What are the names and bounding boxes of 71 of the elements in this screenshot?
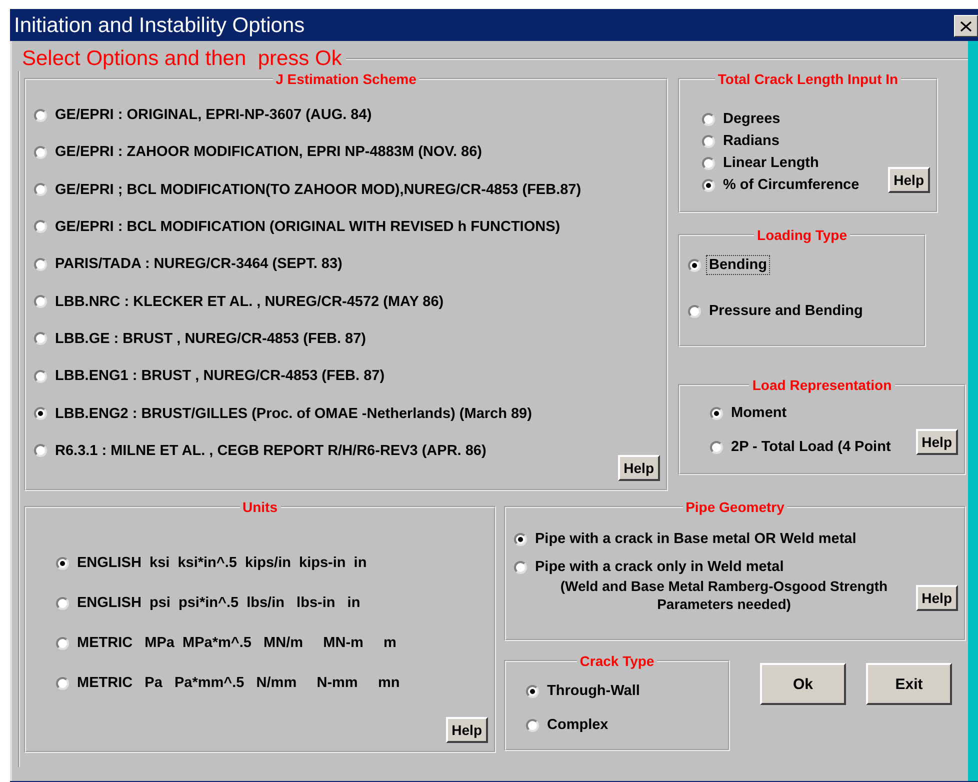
radio-button[interactable]: [34, 258, 47, 271]
help-button[interactable]: Help: [446, 717, 488, 743]
radio-button[interactable]: [56, 556, 69, 570]
option-label: LBB.GE : BRUST , NUREG/CR-4853 (FEB. 87): [54, 330, 367, 349]
option-label: GE/EPRI : ZAHOOR MODIFICATION, EPRI NP-4883M (NOV. 86): [54, 143, 484, 162]
radio-button[interactable]: [526, 684, 539, 698]
group-title: Crack Type: [578, 653, 656, 669]
option-label: GE/EPRI : ORIGINAL, EPRI-NP-3607 (AUG. 84): [54, 106, 373, 125]
radio-button[interactable]: [34, 407, 47, 420]
option-label: LBB.NRC : KLECKER ET AL. , NUREG/CR-4572 (MAY 86): [54, 292, 445, 312]
instruction-text: Select Options and then press Ok: [21, 47, 343, 71]
dialog-button[interactable]: Ok: [760, 663, 846, 705]
option-label: ENGLISH psi psi*in^.5 lbs/in lbs-in in: [76, 594, 362, 613]
radio-button[interactable]: [34, 183, 47, 196]
radio-button[interactable]: [702, 156, 715, 170]
radio-button[interactable]: [710, 440, 723, 454]
group-title: Total Crack Length Input In: [716, 71, 900, 87]
close-icon: [960, 20, 972, 32]
option-label: LBB.ENG1 : BRUST , NUREG/CR-4853 (FEB. 87): [54, 367, 386, 386]
radio-button[interactable]: [56, 596, 69, 610]
radio-button[interactable]: [710, 406, 723, 420]
option-label: GE/EPRI : BCL MODIFICATION (ORIGINAL WITH REVISED h FUNCTIONS): [54, 218, 562, 237]
dialog-button[interactable]: Exit: [866, 663, 952, 705]
radio-button[interactable]: [514, 560, 527, 574]
option-label: Complex: [546, 716, 610, 735]
radio-button[interactable]: [688, 304, 701, 318]
radio-button[interactable]: [702, 178, 715, 192]
radio-button[interactable]: [34, 108, 47, 122]
radio-button[interactable]: [702, 134, 715, 148]
help-button[interactable]: Help: [916, 585, 958, 611]
option-label: METRIC Pa Pa*mm^.5 N/mm N-mm mn: [76, 674, 401, 693]
radio-button[interactable]: [34, 444, 47, 458]
option-label: Pressure and Bending: [708, 302, 864, 321]
option-label: Linear Length: [722, 154, 820, 173]
radio-button[interactable]: [34, 220, 47, 234]
group-title: Units: [242, 499, 278, 515]
option-label: PARIS/TADA : NUREG/CR-3464 (SEPT. 83): [54, 255, 344, 274]
option-label: Degrees: [722, 110, 782, 129]
window-title: Initiation and Instability Options: [14, 14, 306, 38]
option-label: Moment: [730, 404, 788, 423]
radio-button[interactable]: [34, 332, 47, 346]
radio-button[interactable]: [514, 532, 527, 546]
close-button[interactable]: [954, 15, 978, 37]
option-label: Bending: [706, 255, 770, 275]
option-label: Through-Wall: [546, 682, 641, 701]
option-label: Radians: [722, 132, 780, 151]
option-label: METRIC MPa MPa*m^.5 MN/m MN-m m: [76, 634, 398, 653]
option-label: R6.3.1 : MILNE ET AL. , CEGB REPORT R/H/R6-REV3 (APR. 86): [54, 442, 488, 461]
option-label: ENGLISH ksi ksi*in^.5 kips/in kips-in in: [76, 554, 368, 573]
radio-button[interactable]: [34, 295, 47, 308]
group-title: J Estimation Scheme: [274, 71, 418, 87]
option-label: Pipe with a crack in Base metal OR Weld metal: [534, 530, 858, 549]
note-text: (Weld and Base Metal Ramberg-Osgood Strength Parameters needed): [559, 577, 889, 613]
radio-button[interactable]: [56, 676, 69, 690]
radio-button[interactable]: [34, 146, 47, 159]
help-button[interactable]: Help: [888, 167, 930, 193]
radio-button[interactable]: [56, 636, 69, 650]
group-title: Loading Type: [756, 227, 848, 243]
option-label: 2P - Total Load (4 Point: [730, 438, 892, 457]
option-label: LBB.ENG2 : BRUST/GILLES (Proc. of OMAE -Netherlands) (March 89): [54, 404, 533, 424]
radio-button[interactable]: [702, 112, 715, 126]
group-title: Load Representation: [751, 377, 893, 393]
group-title: Pipe Geometry: [684, 499, 786, 515]
option-label: % of Circumference: [722, 176, 860, 195]
help-button[interactable]: Help: [618, 455, 660, 481]
option-label: Pipe with a crack only in Weld metal: [534, 558, 785, 577]
help-button[interactable]: Help: [916, 429, 958, 455]
radio-button[interactable]: [526, 718, 539, 732]
radio-button[interactable]: [688, 258, 701, 272]
option-label: GE/EPRI ; BCL MODIFICATION(TO ZAHOOR MOD),NUREG/CR-4853 (FEB.87): [54, 180, 582, 200]
radio-button[interactable]: [34, 370, 47, 383]
